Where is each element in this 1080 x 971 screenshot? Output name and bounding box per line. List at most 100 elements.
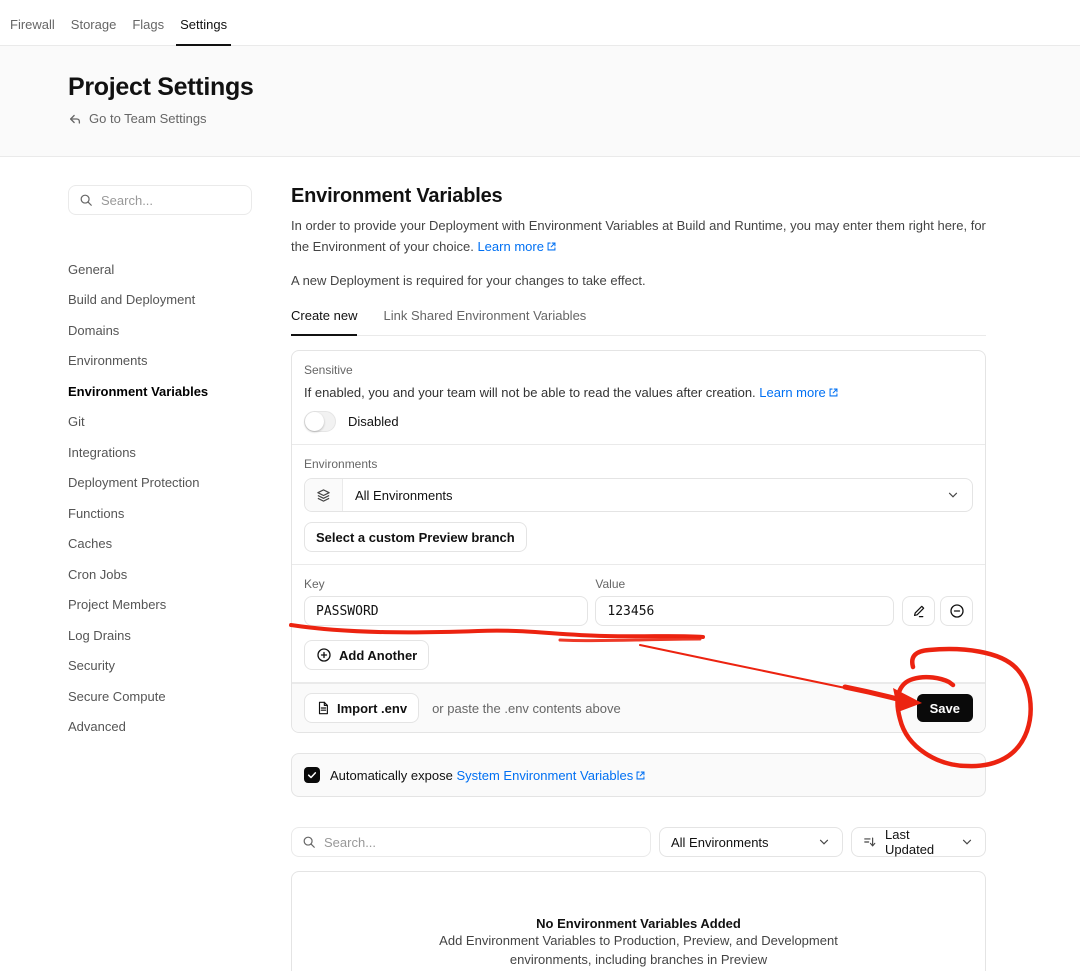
environments-section: Environments All Environments Select a c… <box>292 445 985 565</box>
auto-expose-prefix: Automatically expose <box>330 768 453 783</box>
sort-icon <box>863 835 877 849</box>
chevron-down-icon <box>960 835 974 849</box>
sidebar-item-integrations[interactable]: Integrations <box>68 437 252 468</box>
save-button[interactable]: Save <box>917 694 973 722</box>
sidebar-item-caches[interactable]: Caches <box>68 529 252 560</box>
import-env-button[interactable]: Import .env <box>304 693 419 723</box>
sort-value: Last Updated <box>885 827 952 857</box>
key-value-row: Key Value <box>304 577 973 626</box>
sensitive-description: If enabled, you and your team will not b… <box>304 384 973 402</box>
environment-filter-value: All Environments <box>671 835 809 850</box>
create-env-var-card: Sensitive If enabled, you and your team … <box>291 350 986 733</box>
learn-more-link[interactable]: Learn more <box>477 239 556 254</box>
tab-storage[interactable]: Storage <box>63 17 125 45</box>
external-link-icon <box>826 385 839 400</box>
corner-up-left-icon <box>68 112 82 126</box>
external-link-icon <box>633 768 646 783</box>
tab-settings[interactable]: Settings <box>172 17 235 45</box>
sensitive-section: Sensitive If enabled, you and your team … <box>292 351 985 445</box>
layers-icon <box>305 479 343 511</box>
sidebar-search-input[interactable] <box>101 193 241 208</box>
value-label: Value <box>595 577 894 591</box>
sidebar-item-security[interactable]: Security <box>68 651 252 682</box>
section-description: In order to provide your Deployment with… <box>291 215 986 257</box>
sidebar-item-deployment-protection[interactable]: Deployment Protection <box>68 468 252 499</box>
top-navigation: Firewall Storage Flags Settings <box>0 0 1080 46</box>
value-input[interactable] <box>595 596 894 626</box>
env-var-filters: All Environments Last Updated <box>291 827 986 857</box>
checkbox-check-icon <box>307 770 317 780</box>
sidebar-item-advanced[interactable]: Advanced <box>68 712 252 743</box>
add-another-label: Add Another <box>339 648 417 663</box>
tab-firewall[interactable]: Firewall <box>2 17 63 45</box>
sidebar-item-build-and-deployment[interactable]: Build and Deployment <box>68 285 252 316</box>
empty-state-line2: environments, including branches in Prev… <box>292 950 985 969</box>
sidebar-search[interactable] <box>68 185 252 215</box>
system-env-vars-link[interactable]: System Environment Variables <box>456 768 646 783</box>
plus-circle-icon <box>316 647 332 663</box>
learn-more-label: Learn more <box>477 239 543 254</box>
paste-hint: or paste the .env contents above <box>432 701 621 716</box>
sidebar-item-project-members[interactable]: Project Members <box>68 590 252 621</box>
sort-select[interactable]: Last Updated <box>851 827 986 857</box>
environments-select[interactable]: All Environments <box>304 478 973 512</box>
page-title: Project Settings <box>68 73 1080 102</box>
auto-expose-text: Automatically expose System Environment … <box>330 768 646 783</box>
search-icon <box>302 835 316 849</box>
chevron-down-icon <box>946 488 972 502</box>
env-var-search-input[interactable] <box>324 835 640 850</box>
system-env-vars-label: System Environment Variables <box>456 768 633 783</box>
sidebar-item-cron-jobs[interactable]: Cron Jobs <box>68 559 252 590</box>
sidebar-item-log-drains[interactable]: Log Drains <box>68 620 252 651</box>
sensitive-toggle-row: Disabled <box>304 411 973 432</box>
search-icon <box>79 193 93 207</box>
environment-filter-select[interactable]: All Environments <box>659 827 843 857</box>
key-input[interactable] <box>304 596 588 626</box>
sidebar-item-git[interactable]: Git <box>68 407 252 438</box>
env-var-tabs: Create new Link Shared Environment Varia… <box>291 308 986 336</box>
sidebar-item-domains[interactable]: Domains <box>68 315 252 346</box>
empty-state-card: No Environment Variables Added Add Envir… <box>291 871 986 971</box>
add-another-button[interactable]: Add Another <box>304 640 429 670</box>
sidebar-nav: General Build and Deployment Domains Env… <box>68 254 252 742</box>
external-link-icon <box>544 239 557 254</box>
sensitive-learn-more-label: Learn more <box>759 385 825 400</box>
sensitive-label: Sensitive <box>304 363 973 377</box>
chevron-down-icon <box>817 835 831 849</box>
tab-create-new[interactable]: Create new <box>291 308 357 335</box>
circle-minus-icon <box>949 603 965 619</box>
main-panel: Environment Variables In order to provid… <box>291 185 986 971</box>
pencil-icon <box>911 604 926 619</box>
sidebar-item-functions[interactable]: Functions <box>68 498 252 529</box>
deploy-note: A new Deployment is required for your ch… <box>291 273 986 288</box>
tab-link-shared[interactable]: Link Shared Environment Variables <box>383 308 586 335</box>
page-header: Project Settings Go to Team Settings <box>0 46 1080 157</box>
import-env-label: Import .env <box>337 701 407 716</box>
key-label: Key <box>304 577 588 591</box>
section-title: Environment Variables <box>291 185 986 208</box>
sidebar-item-general[interactable]: General <box>68 254 252 285</box>
go-to-team-settings-link[interactable]: Go to Team Settings <box>68 111 1080 126</box>
file-icon <box>316 701 330 715</box>
settings-sidebar: General Build and Deployment Domains Env… <box>68 185 252 971</box>
empty-state-line1: Add Environment Variables to Production,… <box>292 931 985 950</box>
sensitive-description-text: If enabled, you and your team will not b… <box>304 385 756 400</box>
env-var-search[interactable] <box>291 827 651 857</box>
tab-flags[interactable]: Flags <box>124 17 172 45</box>
sidebar-item-secure-compute[interactable]: Secure Compute <box>68 681 252 712</box>
environments-label: Environments <box>304 457 973 471</box>
select-preview-branch-button[interactable]: Select a custom Preview branch <box>304 522 527 552</box>
auto-expose-card: Automatically expose System Environment … <box>291 753 986 797</box>
sensitive-toggle[interactable] <box>304 411 336 432</box>
description-text: In order to provide your Deployment with… <box>291 218 986 254</box>
auto-expose-checkbox[interactable] <box>304 767 320 783</box>
sidebar-item-environments[interactable]: Environments <box>68 346 252 377</box>
toggle-knob <box>305 412 324 431</box>
sidebar-item-environment-variables[interactable]: Environment Variables <box>68 376 252 407</box>
remove-row-button[interactable] <box>940 596 973 626</box>
sensitive-learn-more-link[interactable]: Learn more <box>759 385 838 400</box>
card-footer: Import .env or paste the .env contents a… <box>292 683 985 732</box>
environments-select-value: All Environments <box>343 488 946 503</box>
empty-state-title: No Environment Variables Added <box>292 916 985 931</box>
edit-value-button[interactable] <box>902 596 935 626</box>
